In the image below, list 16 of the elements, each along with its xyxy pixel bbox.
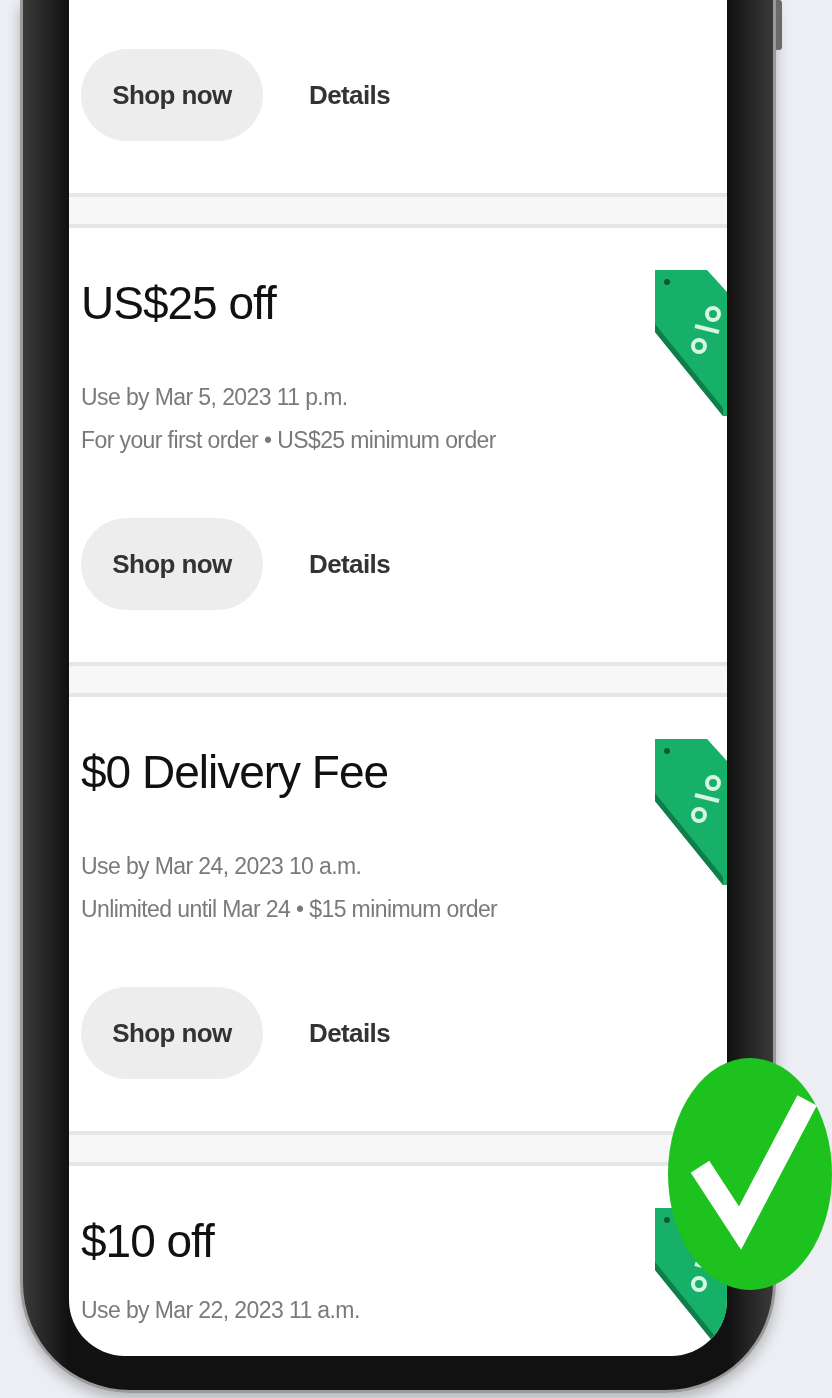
shop-now-button[interactable]: Shop now [81, 518, 263, 610]
tag-icon [655, 739, 727, 885]
shop-now-button[interactable]: Shop now [81, 987, 263, 1079]
offer-title: $0 Delivery Fee [81, 745, 390, 800]
offer-title: US$25 off [81, 276, 278, 331]
shop-now-button[interactable]: Shop now [81, 49, 263, 141]
details-button[interactable]: Details [289, 69, 411, 121]
offer-detail-text: Use by Mar 5, 2023 11 p.m. [81, 383, 349, 412]
offer-detail-text: For your first order • US$25 minimum order [81, 426, 497, 455]
tag-icon [655, 270, 727, 416]
offer-detail-text: Use by Mar 22, 2023 11 a.m. [81, 1296, 361, 1325]
offer-detail-text: Use by Mar 24, 2023 10 a.m. [81, 852, 363, 881]
details-button[interactable]: Details [289, 1007, 411, 1059]
offer-title: $10 off [81, 1214, 216, 1269]
offer-detail-text: Unlimited until Mar 24 • $15 minimum order [81, 895, 499, 924]
details-button[interactable]: Details [289, 538, 411, 590]
